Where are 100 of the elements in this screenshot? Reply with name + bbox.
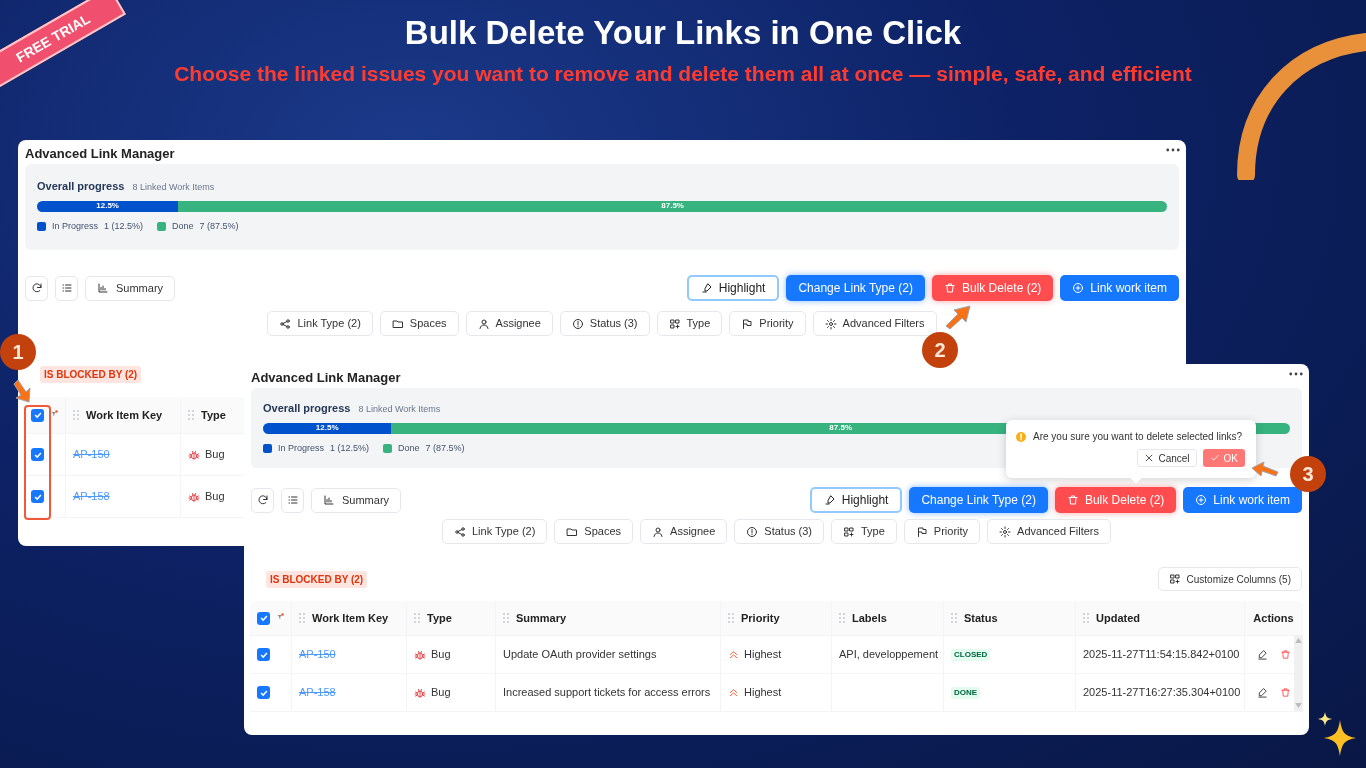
legend-value: 1 (12.5%): [104, 219, 144, 233]
column-header[interactable]: Type: [427, 609, 452, 627]
settings-icon: [824, 317, 837, 330]
filter-button[interactable]: Spaces: [554, 519, 634, 544]
segment-label: 12.5%: [96, 200, 119, 212]
checkbox[interactable]: [31, 448, 44, 461]
drag-handle-icon[interactable]: [1083, 613, 1089, 623]
checkbox[interactable]: [31, 408, 44, 422]
user-icon: [652, 525, 665, 538]
more-options-icon[interactable]: [1289, 372, 1303, 376]
status-tag: DONE: [951, 686, 981, 699]
legend-value: 1 (12.5%): [330, 441, 370, 455]
checkbox[interactable]: [31, 490, 44, 503]
filter-button[interactable]: Assignee: [640, 519, 728, 544]
drag-handle-icon[interactable]: [503, 613, 509, 623]
refresh-button[interactable]: [25, 275, 48, 301]
filter-button[interactable]: Status (3): [734, 519, 824, 544]
plus-circle-icon: [1195, 494, 1208, 506]
checkbox[interactable]: [257, 611, 270, 625]
drag-handle-icon[interactable]: [951, 613, 957, 623]
filter-button[interactable]: Priority: [903, 519, 981, 544]
summary-button[interactable]: Summary: [311, 487, 402, 513]
filter-button[interactable]: Priority: [729, 311, 806, 336]
more-options-icon[interactable]: [1166, 148, 1180, 152]
step-number: 3: [1290, 456, 1326, 492]
change-link-type-button[interactable]: Change Link Type (2): [786, 275, 925, 301]
filter-button[interactable]: Link Type (2): [441, 519, 548, 544]
list-icon: [286, 494, 299, 506]
checkbox[interactable]: [257, 686, 270, 699]
filter-button[interactable]: Link Type (2): [267, 311, 373, 336]
column-header[interactable]: Work Item Key: [312, 609, 389, 627]
folder-icon: [566, 525, 579, 538]
highlight-button[interactable]: Highlight: [809, 487, 903, 513]
filter-icon[interactable]: [277, 610, 284, 622]
alert-circle-icon: [746, 525, 759, 538]
column-header[interactable]: Priority: [741, 609, 780, 627]
window-title: Advanced Link Manager: [251, 369, 401, 384]
warning-icon: [1016, 431, 1026, 442]
cancel-button[interactable]: Cancel: [1137, 449, 1197, 467]
drag-handle-icon[interactable]: [728, 613, 734, 623]
drag-handle-icon[interactable]: [73, 410, 79, 420]
link-work-item-button[interactable]: Link work item: [1060, 275, 1179, 301]
column-header[interactable]: Labels: [852, 609, 887, 627]
refresh-icon: [256, 494, 269, 506]
column-header[interactable]: Actions: [1253, 609, 1294, 627]
bug-icon: [414, 648, 426, 661]
filter-button[interactable]: Type: [656, 311, 723, 336]
list-view-button[interactable]: [281, 487, 304, 513]
column-header[interactable]: Updated: [1096, 609, 1140, 627]
share-nodes-icon: [453, 525, 466, 538]
close-icon: [1144, 453, 1155, 463]
column-header[interactable]: Status: [964, 609, 998, 627]
grid-icon: [843, 525, 855, 538]
flag-icon: [915, 525, 928, 538]
alert-circle-icon: [571, 317, 584, 330]
user-icon: [477, 317, 490, 330]
filter-button[interactable]: Type: [831, 519, 897, 544]
checkbox[interactable]: [257, 648, 270, 661]
refresh-button[interactable]: [251, 487, 274, 513]
status-tag: CLOSED: [951, 648, 991, 661]
drag-handle-icon[interactable]: [839, 613, 845, 623]
list-view-button[interactable]: [55, 275, 78, 301]
pencil-icon[interactable]: [1256, 649, 1268, 660]
filter-button[interactable]: Advanced Filters: [987, 519, 1112, 544]
progress-title: Overall progress: [37, 179, 125, 194]
drag-handle-icon[interactable]: [299, 613, 305, 623]
highlight-button[interactable]: Highlight: [686, 275, 780, 301]
summary-button[interactable]: Summary: [85, 275, 176, 301]
change-link-type-button[interactable]: Change Link Type (2): [909, 487, 1048, 513]
trash-icon: [1066, 494, 1079, 506]
subheadline: Choose the linked issues you want to remove and delete them all at once — simple, safe, and efficient: [174, 61, 1192, 88]
priority-text: Highest: [744, 647, 782, 663]
scroll-up-icon[interactable]: [1295, 638, 1302, 643]
updated-text: 2025-11-27T11:54:15.842+0100: [1083, 647, 1240, 663]
legend-label: In Progress: [278, 441, 325, 455]
updated-text: 2025-11-27T16:27:35.304+0100: [1083, 685, 1241, 701]
pencil-icon[interactable]: [1256, 687, 1268, 698]
drag-handle-icon[interactable]: [188, 410, 194, 420]
filter-button[interactable]: Spaces: [379, 311, 459, 336]
bar-chart-icon: [97, 282, 109, 294]
column-header[interactable]: Work Item Key: [86, 406, 163, 424]
customize-columns-button[interactable]: Customize Columns (5): [1157, 567, 1302, 591]
filter-icon[interactable]: [51, 407, 58, 419]
legend-value: 7 (87.5%): [199, 219, 239, 233]
drag-handle-icon[interactable]: [414, 613, 420, 623]
column-header[interactable]: Summary: [516, 609, 567, 627]
filter-button[interactable]: Advanced Filters: [812, 311, 937, 336]
filter-button[interactable]: Assignee: [465, 311, 553, 336]
scrollbar[interactable]: [1294, 635, 1303, 711]
scroll-down-icon[interactable]: [1295, 703, 1302, 708]
column-header[interactable]: Type: [201, 406, 226, 424]
trash-icon[interactable]: [1279, 649, 1291, 660]
filter-button[interactable]: Status (3): [559, 311, 650, 336]
bar-chart-icon: [323, 494, 335, 506]
trash-icon[interactable]: [1279, 687, 1291, 698]
link-work-item-button[interactable]: Link work item: [1183, 487, 1302, 513]
flag-icon: [741, 317, 754, 330]
type-text: Bug: [205, 447, 225, 463]
summary-text: Update OAuth provider settings: [503, 647, 657, 663]
group-tag: IS BLOCKED BY (2): [266, 570, 368, 588]
